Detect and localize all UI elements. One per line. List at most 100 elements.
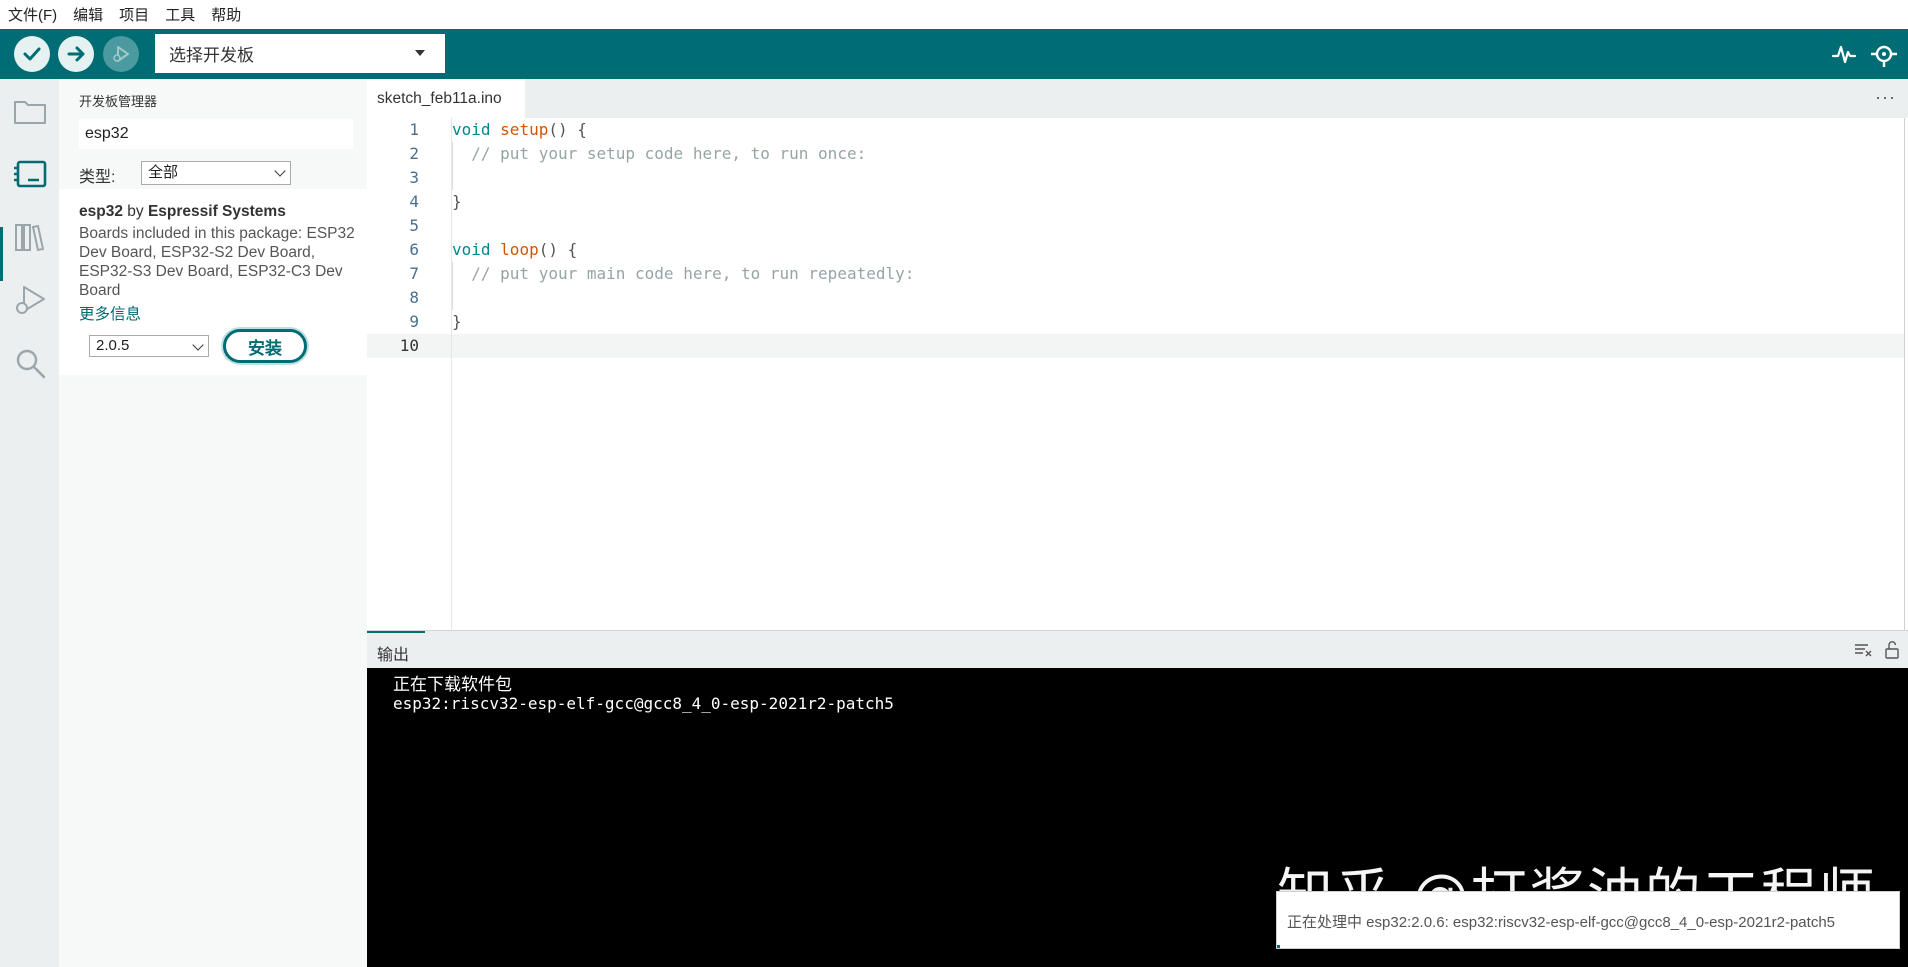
code-editor[interactable]: 1 void setup() {2 // put your setup code … — [367, 118, 1908, 630]
console-line: esp32:riscv32-esp-elf-gcc@gcc8_4_0-esp-2… — [393, 694, 894, 713]
console-line: 正在下载软件包 — [393, 675, 512, 694]
code-text: void setup() { — [452, 118, 587, 142]
serial-monitor-icon[interactable] — [1870, 40, 1898, 68]
menu-tools[interactable]: 工具 — [165, 4, 195, 25]
code-token: () { — [548, 120, 587, 139]
line-number: 4 — [409, 192, 419, 211]
debug-button[interactable] — [103, 36, 139, 72]
more-actions-icon[interactable]: ··· — [1875, 87, 1896, 108]
status-text: 正在处理中 esp32:2.0.6: esp32:riscv32-esp-elf… — [1287, 914, 1835, 931]
indent-guide — [452, 166, 453, 190]
menu-bar: 文件(F) 编辑 项目 工具 帮助 — [0, 0, 1908, 29]
folder-icon[interactable] — [12, 93, 48, 129]
output-header: 输出 — [367, 630, 1908, 668]
chevron-down-icon — [274, 165, 286, 177]
code-line[interactable]: 7 // put your main code here, to run rep… — [367, 262, 1904, 286]
code-line[interactable]: 4} — [367, 190, 1904, 214]
code-token: loop — [500, 240, 539, 259]
search-icon[interactable] — [12, 345, 48, 381]
toolbar: 选择开发板 — [0, 29, 1908, 79]
code-text: } — [452, 190, 462, 214]
line-number: 5 — [409, 216, 419, 235]
indent-guide — [452, 142, 453, 166]
dropdown-caret-icon — [415, 50, 425, 56]
editor-tab-strip: sketch_feb11a.ino ··· — [367, 79, 1908, 118]
more-info-link[interactable]: 更多信息 — [79, 302, 141, 324]
library-icon[interactable] — [12, 219, 48, 255]
package-title: esp32 by Espressif Systems — [79, 203, 286, 221]
line-number: 3 — [409, 168, 419, 187]
indent-guide — [452, 286, 453, 310]
line-number: 1 — [409, 120, 419, 139]
code-token: void — [452, 120, 491, 139]
verify-button[interactable] — [14, 36, 50, 72]
code-token: } — [452, 312, 462, 331]
board-select-label: 选择开发板 — [169, 46, 254, 65]
package-description: Boards included in this package: ESP32 D… — [79, 225, 355, 299]
type-select-value: 全部 — [148, 164, 179, 181]
code-line[interactable]: 10 — [367, 334, 1904, 358]
activity-bar — [0, 79, 59, 967]
indent-guide — [452, 262, 453, 286]
version-select[interactable]: 2.0.5 — [89, 335, 209, 357]
type-select[interactable]: 全部 — [141, 161, 291, 185]
code-token: () { — [538, 240, 578, 259]
line-number: 2 — [409, 144, 419, 163]
code-line[interactable]: 6 void loop() { — [367, 238, 1904, 262]
line-number: 6 — [409, 240, 419, 259]
code-line[interactable]: 1 void setup() { — [367, 118, 1904, 142]
code-text: void loop() { — [452, 238, 577, 262]
package-name: esp32 — [79, 203, 123, 220]
status-notification: 正在处理中 esp32:2.0.6: esp32:riscv32-esp-elf… — [1276, 891, 1900, 949]
panel-title: 开发板管理器 — [79, 94, 158, 109]
line-number: 8 — [409, 288, 419, 307]
type-label: 类型: — [79, 169, 116, 186]
board-search-input[interactable]: esp32 — [79, 119, 353, 149]
tab-sketch[interactable]: sketch_feb11a.ino — [367, 79, 525, 118]
board-manager-panel: 开发板管理器 esp32 类型: 全部 esp32 by Espressif S… — [59, 79, 367, 967]
board-manager-icon[interactable] — [12, 156, 48, 192]
code-line[interactable]: 2 // put your setup code here, to run on… — [367, 142, 1904, 166]
install-button[interactable]: 安装 — [223, 329, 307, 363]
code-token: void — [452, 240, 491, 259]
version-select-value: 2.0.5 — [96, 337, 130, 354]
code-text: // put your setup code here, to run once… — [452, 142, 866, 166]
package-card: esp32 by Espressif Systems Boards includ… — [59, 189, 367, 375]
clear-output-icon[interactable] — [1853, 640, 1873, 660]
line-number: 10 — [399, 336, 419, 355]
check-icon — [23, 47, 41, 61]
line-number: 9 — [409, 312, 419, 331]
code-line[interactable]: 3 — [367, 166, 1904, 190]
code-line[interactable]: 5 — [367, 214, 1904, 238]
code-line[interactable]: 9} — [367, 310, 1904, 334]
serial-plotter-icon[interactable] — [1830, 40, 1858, 68]
code-text: // put your main code here, to run repea… — [452, 262, 914, 286]
code-token: // put your setup code here, to run once… — [452, 144, 867, 163]
board-select[interactable]: 选择开发板 — [155, 34, 445, 73]
menu-project[interactable]: 项目 — [119, 4, 149, 25]
package-by: by — [127, 203, 144, 220]
chevron-down-icon — [192, 339, 204, 351]
code-line[interactable]: 8 — [367, 286, 1904, 310]
progress-bar — [1277, 945, 1281, 948]
package-author: Espressif Systems — [147, 203, 286, 220]
debug-icon[interactable] — [12, 282, 48, 318]
output-tab-underline — [367, 631, 425, 633]
debug-play-icon — [113, 46, 129, 62]
menu-edit[interactable]: 编辑 — [73, 4, 103, 25]
code-token: setup — [500, 120, 549, 139]
unlock-icon[interactable] — [1882, 640, 1902, 660]
menu-help[interactable]: 帮助 — [211, 4, 241, 25]
arrow-right-icon — [67, 46, 85, 62]
code-text: } — [452, 310, 462, 334]
upload-button[interactable] — [58, 36, 94, 72]
editor-scrollbar[interactable] — [1904, 118, 1905, 630]
menu-file[interactable]: 文件(F) — [8, 4, 57, 25]
output-tab[interactable]: 输出 — [377, 641, 409, 665]
code-token: } — [452, 192, 462, 211]
code-token: // put your main code here, to run repea… — [452, 264, 915, 283]
gutter-divider — [451, 118, 452, 630]
active-marker — [0, 227, 3, 281]
